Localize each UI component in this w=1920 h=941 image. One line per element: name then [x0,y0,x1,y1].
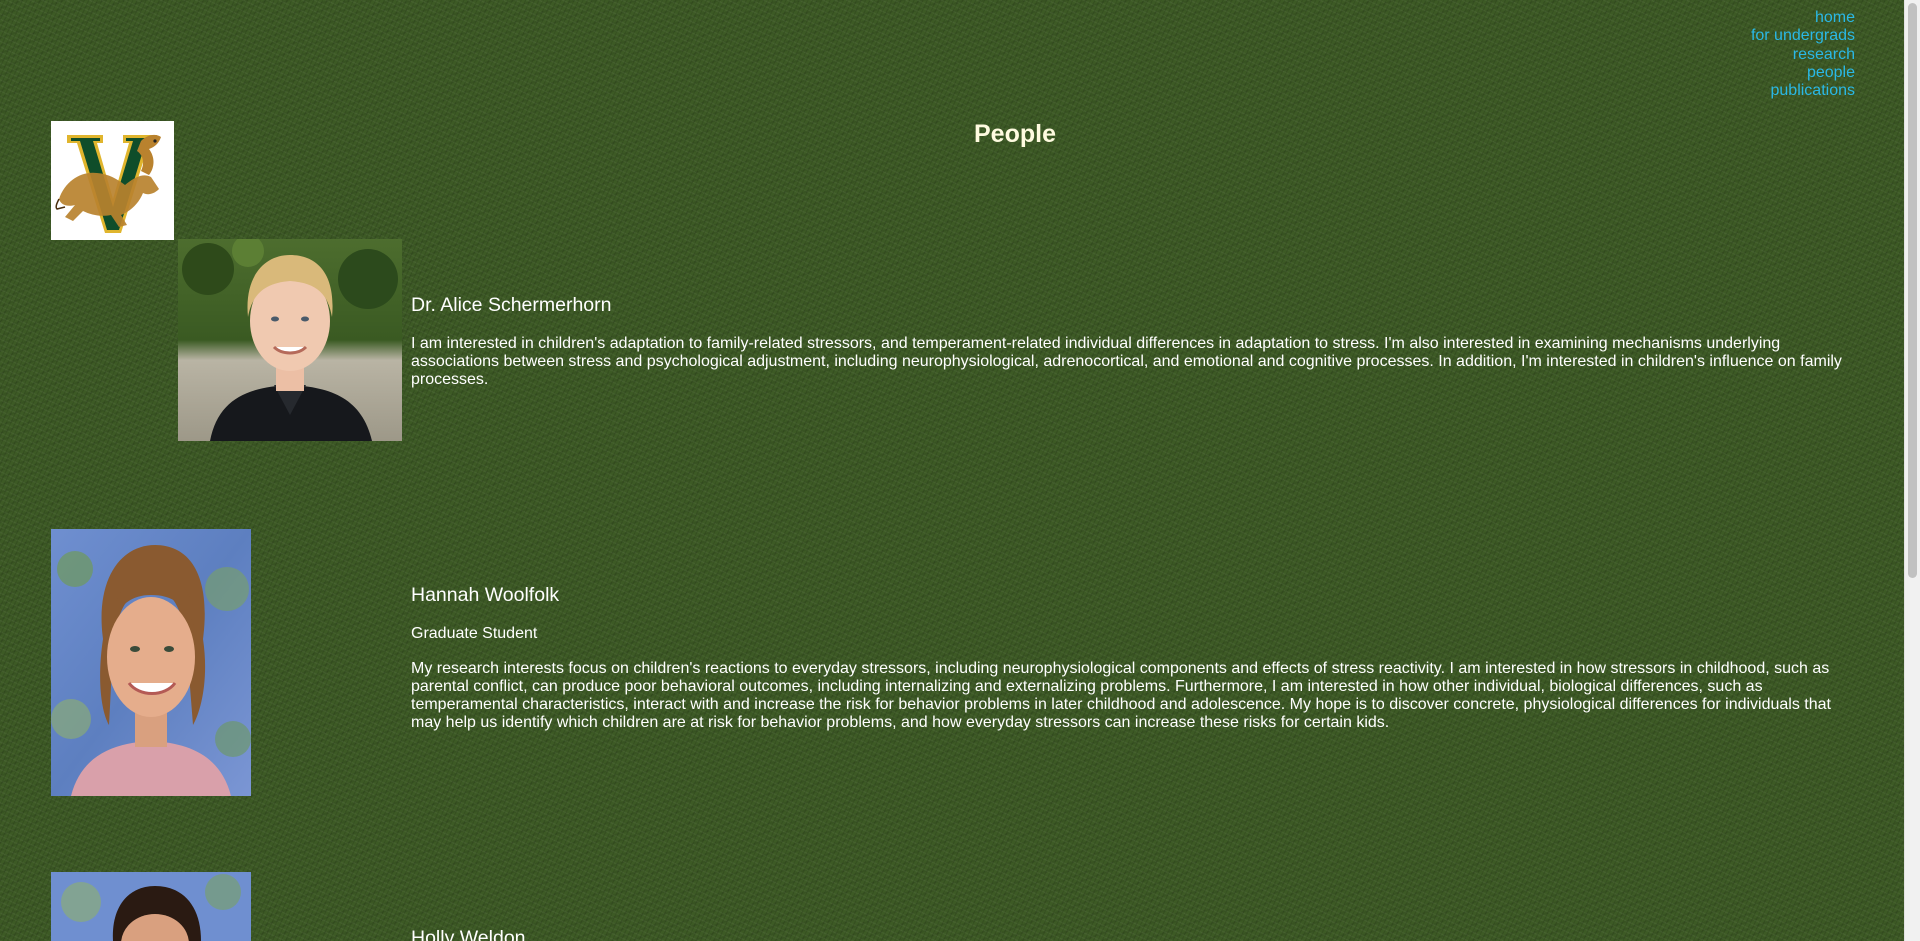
main-nav: home for undergrads research people publ… [1751,9,1855,100]
portrait-image [51,529,251,796]
nav-link-home[interactable]: home [1751,9,1855,27]
person-photo-hannah-woolfolk [51,529,251,796]
person-name: Holly Weldon [411,927,526,941]
person-photo-holly-weldon [51,872,251,941]
nav-link-people[interactable]: people [1751,64,1855,82]
person-name: Hannah Woolfolk [411,584,560,606]
person-name: Dr. Alice Schermerhorn [411,294,612,316]
portrait-image [178,239,402,441]
page-title: People [974,120,1056,148]
person-bio: I am interested in children's adaptation… [411,335,1842,388]
nav-link-research[interactable]: research [1751,46,1855,64]
vertical-scrollbar[interactable] [1904,0,1920,941]
nav-link-publications[interactable]: publications [1751,82,1856,100]
person-photo-alice-schermerhorn [178,239,402,441]
portrait-image [51,872,251,941]
nav-link-for-undergrads[interactable]: for undergrads [1751,27,1855,45]
person-role: Graduate Student [411,625,538,642]
scrollbar-thumb[interactable] [1908,3,1917,578]
person-bio: My research interests focus on children'… [411,660,1831,731]
